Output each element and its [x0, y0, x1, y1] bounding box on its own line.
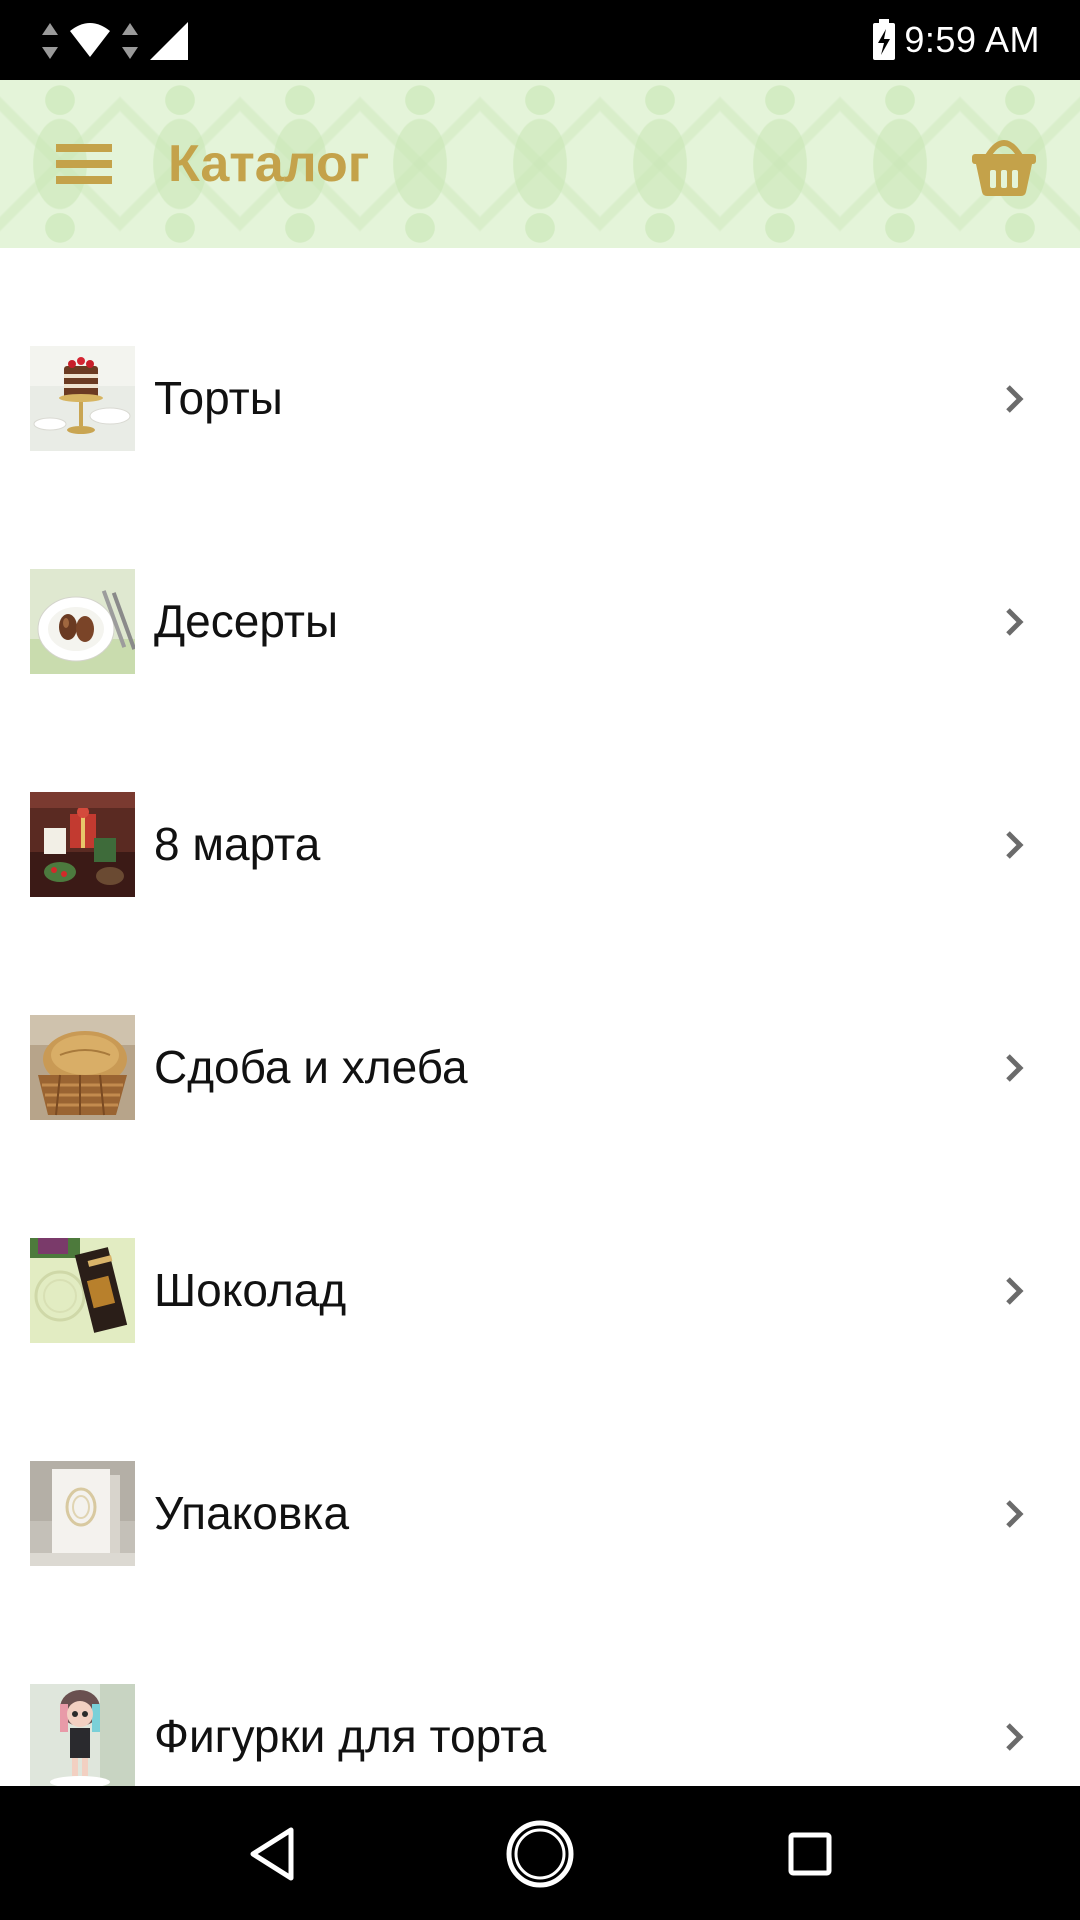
list-item-packaging[interactable]: Упаковка [0, 1461, 1080, 1684]
list-item-march-8[interactable]: 8 марта [0, 792, 1080, 1015]
list-item-label: Торты [154, 372, 283, 424]
march8-thumbnail [30, 792, 135, 897]
system-nav-bar [0, 1786, 1080, 1920]
list-item-label: Упаковка [154, 1487, 350, 1539]
cake-thumbnail [30, 346, 135, 451]
basket-icon [972, 140, 1036, 196]
status-time: 9:59 AM [904, 19, 1040, 60]
wifi-icon [70, 23, 110, 57]
list-item-chocolate[interactable]: Шоколад [0, 1238, 1080, 1461]
dessert-thumbnail [30, 569, 135, 674]
chevron-right-icon [1006, 1723, 1024, 1751]
list-item-label: Шоколад [154, 1264, 347, 1316]
list-item-label: Сдоба и хлеба [154, 1041, 468, 1093]
menu-button[interactable] [42, 134, 126, 194]
app-bar: Каталог [0, 80, 1080, 248]
chevron-right-icon [1006, 1500, 1024, 1528]
figurine-thumbnail [30, 1684, 135, 1786]
data-arrows-icon [42, 23, 58, 59]
packaging-thumbnail [30, 1461, 135, 1566]
list-item-label: Фигурки для торта [154, 1710, 547, 1762]
battery-charging-icon [873, 19, 896, 60]
chevron-right-icon [1006, 608, 1024, 636]
hamburger-menu-icon [56, 144, 112, 184]
catalog-list: Торты Десерты 8 марта Сдоба и хлеба Шоко… [0, 248, 1080, 1786]
list-item-cake-figurines[interactable]: Фигурки для торта [0, 1684, 1080, 1786]
back-button[interactable] [230, 1816, 314, 1892]
list-item-label: Десерты [154, 595, 339, 647]
chevron-right-icon [1006, 1277, 1024, 1305]
list-item-bakery[interactable]: Сдоба и хлеба [0, 1015, 1080, 1238]
chevron-right-icon [1006, 1054, 1024, 1082]
chevron-right-icon [1006, 385, 1024, 413]
list-item-cakes[interactable]: Торты [0, 346, 1080, 569]
status-bar: 9:59 AM [0, 0, 1080, 80]
list-item-desserts[interactable]: Десерты [0, 569, 1080, 792]
chocolate-thumbnail [30, 1238, 135, 1343]
status-icons-right: 9:59 AM [872, 18, 1040, 62]
page-title: Каталог [168, 135, 370, 193]
recents-square-icon [788, 1832, 832, 1876]
recents-button[interactable] [768, 1816, 852, 1892]
bread-thumbnail [30, 1015, 135, 1120]
home-circle-icon [506, 1820, 574, 1888]
data-arrows-icon [122, 23, 138, 59]
chevron-right-icon [1006, 831, 1024, 859]
signal-icon [150, 22, 188, 60]
home-button[interactable] [498, 1816, 582, 1892]
cart-button[interactable] [968, 130, 1040, 198]
list-item-label: 8 марта [154, 818, 321, 870]
back-triangle-icon [250, 1827, 294, 1881]
status-icons-left [40, 20, 190, 62]
